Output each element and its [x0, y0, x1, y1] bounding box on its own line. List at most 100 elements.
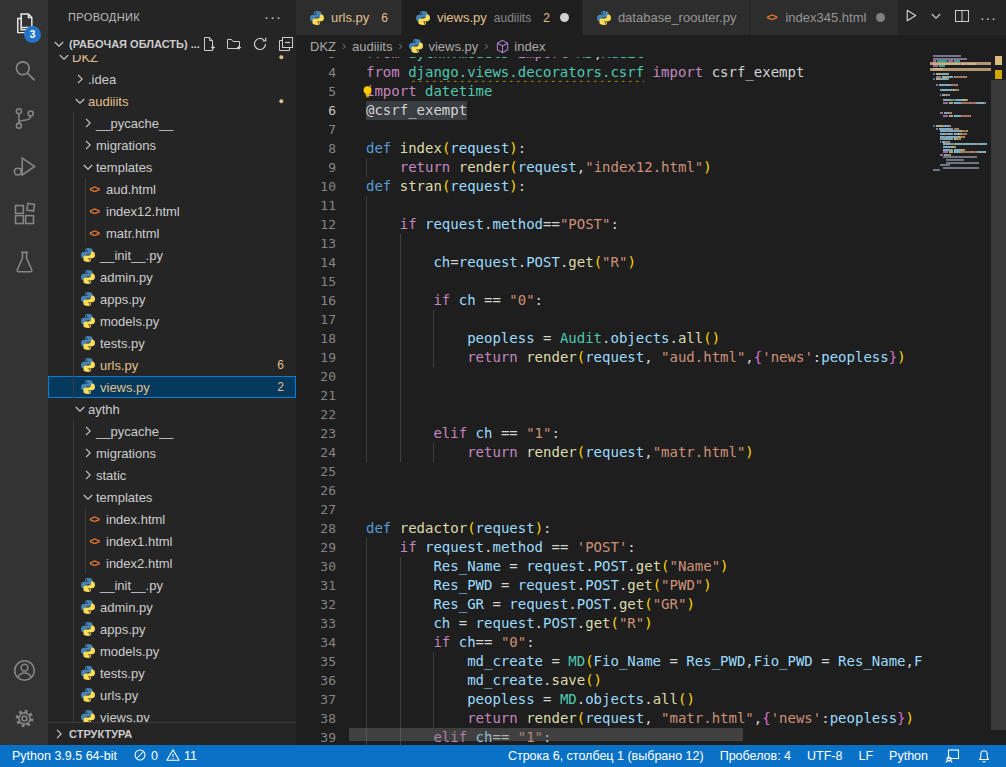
code-line-35[interactable]: md_create = MD(Fio_Name = Res_PWD,Fio_PW…: [366, 652, 930, 671]
code-line-31[interactable]: Res_PWD = request.POST.get("PWD"): [366, 576, 930, 595]
code-line-34[interactable]: if ch== "0":: [366, 633, 930, 652]
run-dropdown-button[interactable]: [925, 7, 947, 29]
code-line-33[interactable]: ch = request.POST.get("R"): [366, 614, 930, 633]
code-line-30[interactable]: Res_Name = request.POST.get("Name"): [366, 557, 930, 576]
split-editor-button[interactable]: [951, 7, 973, 29]
outline-section-header[interactable]: СТРУКТУРА: [48, 722, 296, 745]
tree-item-models.py[interactable]: models.py: [48, 310, 296, 332]
code-line-37[interactable]: peopless = MD.objects.all(): [366, 690, 930, 709]
breadcrumb-item-audiiits[interactable]: audiiits: [352, 39, 392, 54]
code-line-7[interactable]: [366, 120, 930, 139]
tree-item-admin.py[interactable]: admin.py: [48, 596, 296, 618]
activity-bar-item-extensions[interactable]: [0, 192, 48, 240]
tree-item-admin.py[interactable]: admin.py: [48, 266, 296, 288]
code-line-29[interactable]: if request.method == 'POST':: [366, 538, 930, 557]
more-actions-button[interactable]: ···: [977, 7, 999, 29]
tree-item-views.py[interactable]: views.py: [48, 706, 296, 722]
tab-urls.py[interactable]: urls.py6: [296, 0, 401, 35]
activity-bar-item-explorer[interactable]: 3: [0, 0, 48, 48]
tree-item-.idea[interactable]: .idea: [48, 68, 296, 90]
code-line-4[interactable]: from django.views.decorators.csrf import…: [366, 63, 930, 82]
tree-item-static[interactable]: static: [48, 464, 296, 486]
code-editor[interactable]: 3from aythh.models import MD,Audit4from …: [296, 0, 930, 745]
workspace-section-header[interactable]: (РАБОЧАЯ ОБЛАСТЬ) ...: [48, 33, 296, 55]
tree-item-aythh[interactable]: aythh: [48, 398, 296, 420]
tab-index345.html[interactable]: <>index345.html: [750, 0, 898, 35]
code-line-8[interactable]: def index(request):: [366, 139, 930, 158]
code-line-27[interactable]: [366, 500, 930, 519]
tab-database_roouter.py[interactable]: database_roouter.py: [583, 0, 750, 35]
code-line-11[interactable]: [366, 196, 930, 215]
tree-item-templates[interactable]: templates: [48, 156, 296, 178]
status-encoding[interactable]: UTF-8: [799, 745, 850, 767]
run-button[interactable]: [899, 7, 921, 29]
status-language-mode[interactable]: Python: [881, 745, 936, 767]
code-line-25[interactable]: [366, 462, 930, 481]
code-line-13[interactable]: [366, 234, 930, 253]
status-indentation[interactable]: Пробелов: 4: [712, 745, 799, 767]
tree-item-migrations[interactable]: migrations: [48, 442, 296, 464]
code-line-24[interactable]: return render(request,"matr.html"): [366, 443, 930, 462]
code-line-36[interactable]: md_create.save(): [366, 671, 930, 690]
tree-item-tests.py[interactable]: tests.py: [48, 662, 296, 684]
code-line-6[interactable]: @csrf_exempt: [366, 101, 930, 120]
new-file-icon[interactable]: [200, 36, 216, 52]
new-folder-icon[interactable]: [226, 36, 242, 52]
collapse-all-icon[interactable]: [278, 36, 294, 52]
tree-item-urls.py[interactable]: urls.py6: [48, 354, 296, 376]
code-line-19[interactable]: return render(request, "aud.html",{'news…: [366, 348, 930, 367]
breadcrumb-item-index[interactable]: index: [494, 38, 545, 54]
lightbulb-icon[interactable]: [360, 84, 375, 103]
tree-item-models.py[interactable]: models.py: [48, 640, 296, 662]
breadcrumb-item-DKZ[interactable]: DKZ: [310, 39, 336, 54]
tree-item-__init__.py[interactable]: __init__.py: [48, 574, 296, 596]
tree-item-views.py[interactable]: views.py2: [48, 376, 296, 398]
status-cursor-position[interactable]: Строка 6, столбец 1 (выбрано 12): [500, 745, 712, 767]
code-line-32[interactable]: Res_GR = request.POST.get("GR"): [366, 595, 930, 614]
code-line-14[interactable]: ch=request.POST.get("R"): [366, 253, 930, 272]
code-line-15[interactable]: [366, 272, 930, 291]
activity-bar-item-account[interactable]: [0, 648, 48, 696]
code-line-28[interactable]: def redactor(request):: [366, 519, 930, 538]
status-python-version[interactable]: Python 3.9.5 64-bit: [4, 745, 125, 767]
activity-bar-item-run-debug[interactable]: [0, 144, 48, 192]
tree-item-templates[interactable]: templates: [48, 486, 296, 508]
code-line-5[interactable]: import datetime: [366, 82, 930, 101]
code-line-17[interactable]: [366, 310, 930, 329]
tree-item-tests.py[interactable]: tests.py: [48, 332, 296, 354]
status-notifications[interactable]: [968, 745, 1000, 767]
code-line-38[interactable]: return render(request, "matr.html",{'new…: [366, 709, 930, 728]
code-line-18[interactable]: peopless = Audit.objects.all(): [366, 329, 930, 348]
more-actions-icon[interactable]: ···: [264, 8, 282, 25]
tab-views.py[interactable]: views.pyaudiiits2: [402, 0, 582, 35]
tree-item-apps.py[interactable]: apps.py: [48, 288, 296, 310]
horizontal-scrollbar[interactable]: [349, 728, 743, 741]
status-feedback[interactable]: [936, 745, 968, 767]
code-line-16[interactable]: if ch == "0":: [366, 291, 930, 310]
tree-item-apps.py[interactable]: apps.py: [48, 618, 296, 640]
activity-bar-item-testing[interactable]: [0, 240, 48, 288]
code-line-9[interactable]: return render(request,"index12.html"): [366, 158, 930, 177]
status-eol[interactable]: LF: [850, 745, 881, 767]
tree-item-urls.py[interactable]: urls.py: [48, 684, 296, 706]
activity-bar-item-source-control[interactable]: [0, 96, 48, 144]
code-line-26[interactable]: [366, 481, 930, 500]
activity-bar-item-search[interactable]: [0, 48, 48, 96]
minimap[interactable]: [930, 0, 991, 745]
tree-item-__init__.py[interactable]: __init__.py: [48, 244, 296, 266]
status-problems[interactable]: 011: [125, 745, 205, 767]
tree-item-audiiits[interactable]: audiiits●: [48, 90, 296, 112]
tree-item-DKZ[interactable]: DKZ●: [48, 55, 296, 68]
tree-item-__pycache__[interactable]: __pycache__: [48, 420, 296, 442]
code-line-12[interactable]: if request.method=="POST":: [366, 215, 930, 234]
refresh-icon[interactable]: [252, 36, 268, 52]
breadcrumb-item-views.py[interactable]: views.py: [408, 38, 478, 54]
tree-item-__pycache__[interactable]: __pycache__: [48, 112, 296, 134]
code-line-21[interactable]: [366, 386, 930, 405]
code-line-23[interactable]: elif ch == "1":: [366, 424, 930, 443]
activity-bar-item-settings[interactable]: [0, 696, 48, 744]
code-line-20[interactable]: [366, 367, 930, 386]
vertical-scrollbar[interactable]: [991, 80, 1006, 730]
tree-item-migrations[interactable]: migrations: [48, 134, 296, 156]
code-line-22[interactable]: [366, 405, 930, 424]
